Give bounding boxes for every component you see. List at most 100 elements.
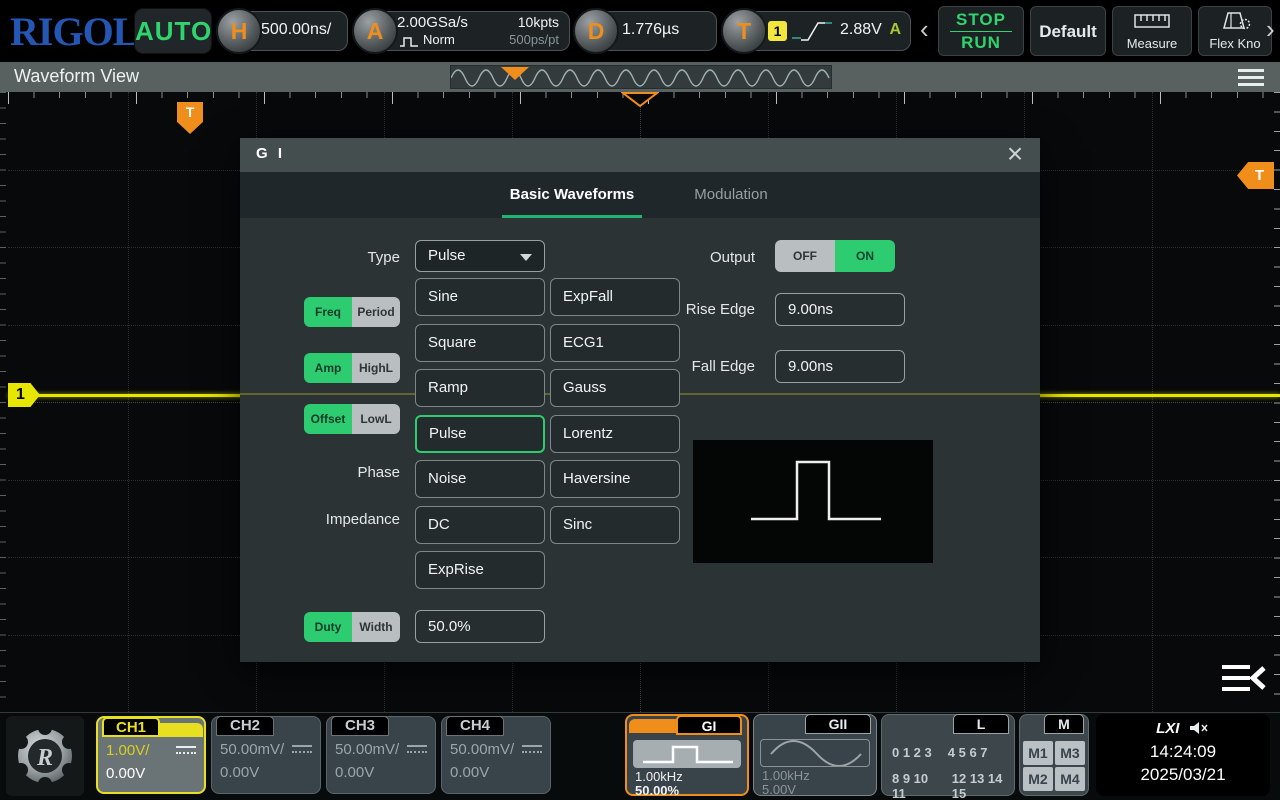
stop-run-button[interactable]: STOP RUN <box>938 6 1024 56</box>
acquire-knob-button[interactable]: A <box>352 8 398 54</box>
logic-tab: L <box>953 714 1009 734</box>
waveform-option-dc[interactable]: DC <box>415 506 545 544</box>
ch1-card[interactable]: CH1 1.00V/ 0.00V <box>96 716 206 794</box>
waveform-option-square[interactable]: Square <box>415 324 545 362</box>
trigger-center-indicator[interactable] <box>621 92 659 108</box>
dc-coupling-icon <box>522 745 542 753</box>
waveform-option-sinc[interactable]: Sinc <box>550 506 680 544</box>
timebase-overview-strip[interactable] <box>450 65 832 89</box>
type-value: Pulse <box>428 247 466 264</box>
offset-option[interactable]: Offset <box>304 404 352 434</box>
math1-button[interactable]: M1 <box>1023 741 1053 765</box>
waveform-option-haversine[interactable]: Haversine <box>550 460 680 498</box>
acquire-mode-value: Norm <box>423 32 455 47</box>
stop-run-divider <box>950 31 1012 32</box>
waveform-option-pulse[interactable]: Pulse <box>415 415 545 453</box>
gen2-card[interactable]: GII 1.00kHz 5.00V <box>753 714 877 796</box>
default-button[interactable]: Default <box>1030 6 1106 56</box>
tab-basic-waveforms[interactable]: Basic Waveforms <box>492 172 652 218</box>
output-on-option[interactable]: ON <box>835 240 895 272</box>
duty-width-toggle[interactable]: Duty Width <box>304 612 400 642</box>
math4-button[interactable]: M4 <box>1055 767 1085 791</box>
output-toggle[interactable]: OFF ON <box>775 240 895 272</box>
ch3-tab: CH3 <box>331 716 389 736</box>
ch1-active-strip <box>160 723 203 737</box>
top-header-bar: RIGOL AUTO 500.00ns/ H 2.00GSa/s Norm 10… <box>0 0 1280 62</box>
status-clock-box[interactable]: LXI 14:24:09 2025/03/21 <box>1096 714 1270 796</box>
rigol-gear-button[interactable]: R <box>6 716 84 796</box>
waveform-option-lorentz[interactable]: Lorentz <box>550 415 680 453</box>
overview-sine-wave <box>451 67 831 89</box>
math2-button[interactable]: M2 <box>1023 767 1053 791</box>
flex-knob-label: Flex Kno <box>1199 36 1271 51</box>
width-option[interactable]: Width <box>352 612 400 642</box>
waveform-option-exprise[interactable]: ExpRise <box>415 551 545 589</box>
waveform-option-sine[interactable]: Sine <box>415 278 545 316</box>
acquisition-status-button[interactable]: AUTO <box>134 8 212 54</box>
waveform-option-ecg1[interactable]: ECG1 <box>550 324 680 362</box>
default-label: Default <box>1031 22 1105 42</box>
period-option[interactable]: Period <box>352 297 400 327</box>
acquire-mode-icon <box>399 35 419 48</box>
output-off-option[interactable]: OFF <box>775 240 835 272</box>
trigger-level-marker[interactable]: T <box>1237 162 1274 189</box>
trigger-knob-button[interactable]: T <box>721 8 767 54</box>
close-icon[interactable]: × <box>1000 138 1030 172</box>
duty-option[interactable]: Duty <box>304 612 352 642</box>
highl-option[interactable]: HighL <box>352 353 400 383</box>
math3-button[interactable]: M3 <box>1055 741 1085 765</box>
gen1-card[interactable]: GI 1.00kHz 50.00% <box>625 714 749 796</box>
ch2-scale: 50.00mV/ <box>220 741 284 758</box>
rise-edge-field[interactable]: 9.00ns <box>775 293 905 326</box>
waveform-option-noise[interactable]: Noise <box>415 460 545 498</box>
run-label: RUN <box>939 33 1023 53</box>
chevron-down-icon <box>520 254 532 261</box>
freq-period-toggle[interactable]: Freq Period <box>304 297 400 327</box>
offset-lowl-toggle[interactable]: Offset LowL <box>304 404 400 434</box>
flex-knob-icon <box>1218 12 1252 30</box>
type-label: Type <box>295 249 400 266</box>
impedance-label: Impedance <box>295 511 400 528</box>
trigger-source-badge: 1 <box>768 21 787 41</box>
lowl-option[interactable]: LowL <box>352 404 400 434</box>
flex-knob-button[interactable]: Flex Kno <box>1198 6 1272 56</box>
ch2-tab: CH2 <box>216 716 274 736</box>
ch1-offset-marker[interactable]: 1 <box>8 383 40 407</box>
fall-edge-field[interactable]: 9.00ns <box>775 350 905 383</box>
dialog-titlebar: G I × <box>240 138 1040 172</box>
trigger-slope-icon <box>792 18 832 44</box>
amp-option[interactable]: Amp <box>304 353 352 383</box>
ch4-offset: 0.00V <box>450 764 489 781</box>
duty-value-field[interactable]: 50.0% <box>415 610 545 643</box>
overview-trigger-marker <box>501 67 529 80</box>
gen2-amp: 5.00V <box>762 782 796 797</box>
fall-edge-label: Fall Edge <box>645 358 755 375</box>
logic-card[interactable]: L 0 1 2 3 4 5 6 7 8 9 10 11 12 13 14 15 <box>881 714 1015 796</box>
horizontal-knob-button[interactable]: H <box>216 8 262 54</box>
waveform-option-ramp[interactable]: Ramp <box>415 369 545 407</box>
type-dropdown[interactable]: Pulse <box>415 240 545 272</box>
generator-dialog: G I × Basic Waveforms Modulation Type Pu… <box>240 138 1040 662</box>
ch2-card[interactable]: CH2 50.00mV/ 0.00V <box>211 716 321 794</box>
tab-modulation[interactable]: Modulation <box>668 172 794 218</box>
delay-knob-button[interactable]: D <box>573 8 619 54</box>
acquire-panel[interactable]: 2.00GSa/s Norm 10kpts 500ps/pt <box>370 11 570 51</box>
clock-time: 14:24:09 <box>1096 742 1270 762</box>
toolbar-page-left-chevron[interactable]: ‹ <box>920 14 929 45</box>
sample-resolution-value: 500ps/pt <box>509 32 559 47</box>
trigger-position-marker[interactable]: T <box>177 102 203 134</box>
hamburger-menu-icon[interactable] <box>1238 69 1264 86</box>
freq-option[interactable]: Freq <box>304 297 352 327</box>
toolbar-page-right-chevron[interactable]: › <box>1266 14 1275 45</box>
gen2-freq: 1.00kHz <box>762 768 810 783</box>
amp-highl-toggle[interactable]: Amp HighL <box>304 353 400 383</box>
phase-label: Phase <box>295 464 400 481</box>
left-edge-ticks <box>0 92 6 712</box>
ch3-card[interactable]: CH3 50.00mV/ 0.00V <box>326 716 436 794</box>
ch4-card[interactable]: CH4 50.00mV/ 0.00V <box>441 716 551 794</box>
menu-collapse-icon[interactable] <box>1220 662 1268 696</box>
measure-button[interactable]: Measure <box>1112 6 1192 56</box>
active-tab-underline <box>502 215 642 218</box>
ch4-scale: 50.00mV/ <box>450 741 514 758</box>
math-card[interactable]: M M1 M3 M2 M4 <box>1019 714 1089 796</box>
